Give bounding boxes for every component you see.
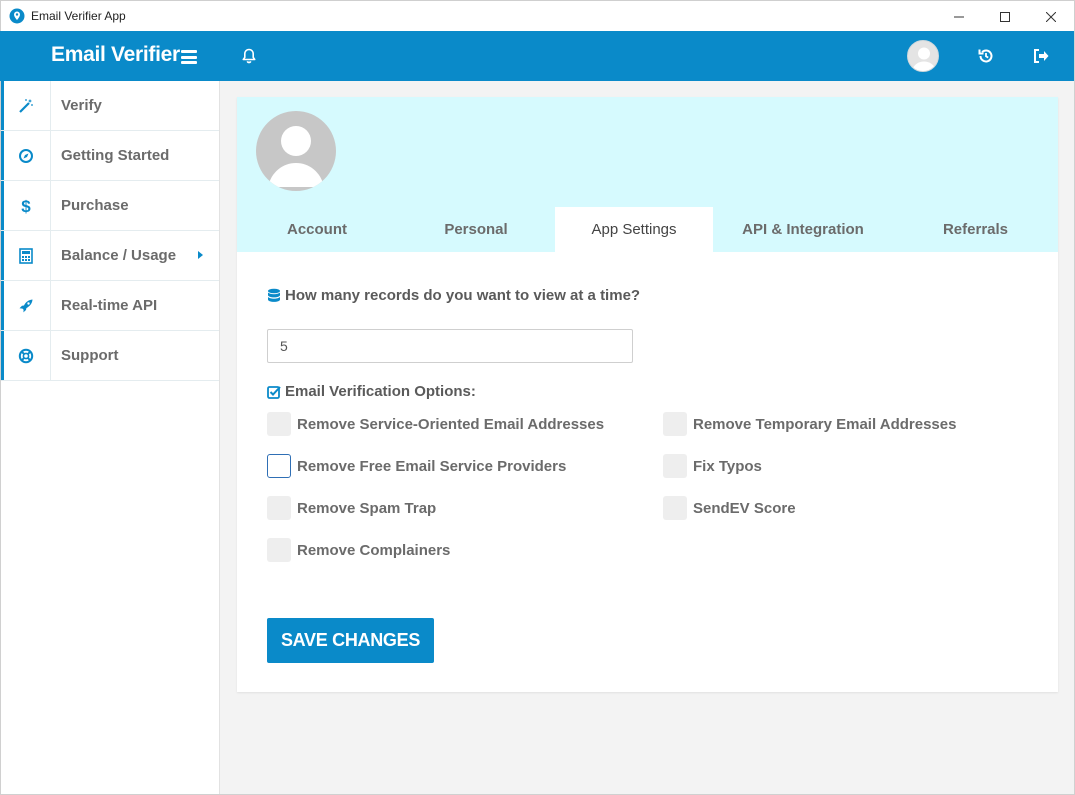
- profile-avatar[interactable]: [256, 111, 336, 191]
- minimize-icon: [954, 16, 964, 17]
- sidebar-item-label: Support: [61, 347, 119, 364]
- lifebuoy-icon: [18, 348, 33, 363]
- maximize-icon: [1000, 11, 1010, 22]
- sidebar-item-label: Balance / Usage: [61, 247, 177, 264]
- option-sendev-score[interactable]: SendEV Score: [663, 495, 796, 521]
- records-question-text: How many records do you want to view at …: [285, 287, 641, 304]
- option-label: Remove Free Email Service Providers: [297, 457, 567, 475]
- save-changes-button[interactable]: SAVE CHANGES: [267, 618, 434, 663]
- sidebar-item-balance-usage[interactable]: Balance / Usage: [1, 231, 219, 281]
- chevron-right-icon: [198, 251, 203, 259]
- window-titlebar: Email Verifier App: [0, 0, 1075, 31]
- records-per-page-input[interactable]: [267, 329, 633, 363]
- database-icon: [268, 288, 280, 302]
- option-label: Remove Complainers: [297, 541, 451, 559]
- calculator-icon: [18, 247, 33, 264]
- tab-api-integration[interactable]: API & Integration: [713, 207, 893, 252]
- option-remove-spam-trap[interactable]: Remove Spam Trap: [267, 495, 436, 521]
- option-fix-typos[interactable]: Fix Typos: [663, 453, 762, 479]
- sidebar-item-verify[interactable]: Verify: [1, 81, 219, 131]
- sidebar-item-label: Getting Started: [61, 147, 170, 164]
- sidebar: Verify Getting Started $ Purchase Balanc…: [0, 81, 220, 795]
- option-label: Remove Temporary Email Addresses: [693, 415, 957, 433]
- avatar[interactable]: [907, 40, 939, 72]
- options-title-text: Email Verification Options:: [285, 383, 476, 400]
- dollar-icon: $: [21, 197, 31, 215]
- app-logo-icon: [9, 8, 25, 24]
- checkbox[interactable]: [267, 454, 291, 478]
- window-title: Email Verifier App: [31, 9, 126, 23]
- minimize-button[interactable]: [936, 1, 982, 32]
- checkbox[interactable]: [663, 496, 687, 520]
- checkbox[interactable]: [663, 454, 687, 478]
- logout-icon[interactable]: [1032, 47, 1050, 65]
- option-remove-free-providers[interactable]: Remove Free Email Service Providers: [267, 453, 566, 479]
- settings-tabs: Account Personal App Settings API & Inte…: [237, 207, 1058, 252]
- compass-icon: [18, 148, 33, 163]
- sidebar-item-getting-started[interactable]: Getting Started: [1, 131, 219, 181]
- sidebar-item-label: Verify: [61, 97, 102, 114]
- svg-text:$: $: [21, 197, 31, 215]
- brand-title: Email Verifier: [51, 43, 180, 66]
- check-square-icon: [267, 385, 281, 399]
- close-icon: [1046, 11, 1056, 22]
- sidebar-item-purchase[interactable]: $ Purchase: [1, 181, 219, 231]
- sidebar-item-support[interactable]: Support: [1, 331, 219, 381]
- option-label: Fix Typos: [693, 457, 762, 475]
- history-icon[interactable]: [977, 47, 995, 65]
- tab-app-settings[interactable]: App Settings: [555, 207, 713, 252]
- option-label: SendEV Score: [693, 499, 796, 517]
- profile-header: [237, 97, 1058, 207]
- options-title-label: Email Verification Options:: [267, 383, 476, 400]
- option-remove-temporary[interactable]: Remove Temporary Email Addresses: [663, 411, 956, 437]
- option-label: Remove Service-Oriented Email Addresses: [297, 415, 605, 433]
- option-remove-service-oriented[interactable]: Remove Service-Oriented Email Addresses: [267, 411, 604, 437]
- records-question-label: How many records do you want to view at …: [267, 287, 640, 304]
- tab-referrals[interactable]: Referrals: [893, 207, 1058, 252]
- tab-account[interactable]: Account: [237, 207, 397, 252]
- settings-card: Account Personal App Settings API & Inte…: [237, 97, 1058, 692]
- option-label: Remove Spam Trap: [297, 499, 437, 517]
- bell-icon[interactable]: [240, 47, 258, 65]
- sidebar-item-label: Real-time API: [61, 297, 158, 314]
- sidebar-item-label: Purchase: [61, 197, 129, 214]
- app-header: Email Verifier: [0, 31, 1075, 81]
- close-button[interactable]: [1028, 1, 1074, 32]
- sidebar-item-real-time-api[interactable]: Real-time API: [1, 281, 219, 331]
- rocket-icon: [19, 299, 32, 312]
- checkbox[interactable]: [267, 538, 291, 562]
- tab-personal[interactable]: Personal: [397, 207, 555, 252]
- checkbox[interactable]: [267, 496, 291, 520]
- hamburger-icon[interactable]: [181, 50, 197, 64]
- checkbox[interactable]: [663, 412, 687, 436]
- magic-wand-icon: [18, 98, 33, 113]
- checkbox[interactable]: [267, 412, 291, 436]
- option-remove-complainers[interactable]: Remove Complainers: [267, 537, 450, 563]
- maximize-button[interactable]: [982, 1, 1028, 32]
